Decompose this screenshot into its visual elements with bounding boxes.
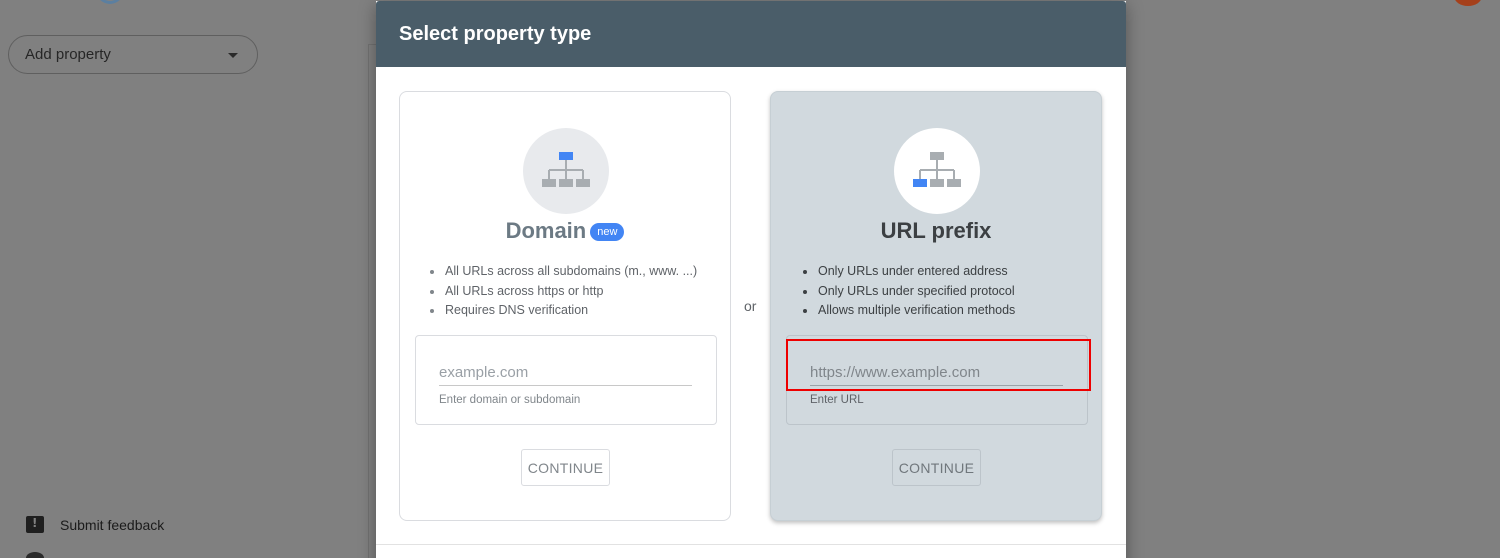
domain-features-list: All URLs across all subdomains (m., www.… bbox=[428, 262, 697, 321]
url-prefix-title: URL prefix bbox=[880, 218, 992, 243]
dialog-divider bbox=[376, 544, 1126, 545]
feedback-icon bbox=[26, 516, 44, 533]
domain-input-box: Enter domain or subdomain bbox=[415, 335, 717, 425]
domain-title: Domain new bbox=[400, 218, 730, 244]
list-item: Requires DNS verification bbox=[428, 301, 697, 321]
url-prefix-input[interactable] bbox=[810, 360, 1063, 386]
add-property-label: Add property bbox=[25, 46, 111, 63]
domain-sitemap-icon bbox=[523, 128, 609, 214]
domain-title-text: Domain bbox=[505, 218, 587, 243]
url-prefix-continue-button[interactable]: CONTINUE bbox=[892, 449, 981, 486]
domain-helper-text: Enter domain or subdomain bbox=[439, 394, 581, 406]
dialog-header: Select property type bbox=[376, 1, 1126, 67]
list-item: Only URLs under entered address bbox=[801, 262, 1015, 282]
select-property-dialog: Select property type Domain new All URLs … bbox=[376, 1, 1126, 558]
domain-card[interactable]: Domain new All URLs across all subdomains… bbox=[399, 91, 731, 521]
caret-down-icon bbox=[228, 53, 238, 58]
url-prefix-sitemap-icon bbox=[894, 128, 980, 214]
url-prefix-input-box: Enter URL bbox=[786, 335, 1088, 425]
submit-feedback-link[interactable]: Submit feedback bbox=[26, 516, 164, 533]
url-prefix-card[interactable]: URL prefix Only URLs under entered addre… bbox=[770, 91, 1102, 521]
url-prefix-features-list: Only URLs under entered address Only URL… bbox=[801, 262, 1015, 321]
new-badge: new bbox=[590, 223, 625, 241]
help-icon[interactable] bbox=[26, 552, 44, 558]
list-item: Allows multiple verification methods bbox=[801, 301, 1015, 321]
avatar[interactable] bbox=[1454, 0, 1482, 6]
submit-feedback-label: Submit feedback bbox=[60, 516, 165, 533]
list-item: Only URLs under specified protocol bbox=[801, 282, 1015, 302]
dialog-title: Select property type bbox=[399, 22, 592, 45]
domain-continue-button[interactable]: CONTINUE bbox=[521, 449, 610, 486]
list-item: All URLs across https or http bbox=[428, 282, 697, 302]
add-property-dropdown[interactable]: Add property bbox=[8, 35, 258, 74]
or-separator: or bbox=[744, 298, 757, 314]
domain-input[interactable] bbox=[439, 360, 692, 386]
url-prefix-helper-text: Enter URL bbox=[810, 394, 864, 406]
app-logo-icon bbox=[96, 0, 124, 4]
list-item: All URLs across all subdomains (m., www.… bbox=[428, 262, 697, 282]
